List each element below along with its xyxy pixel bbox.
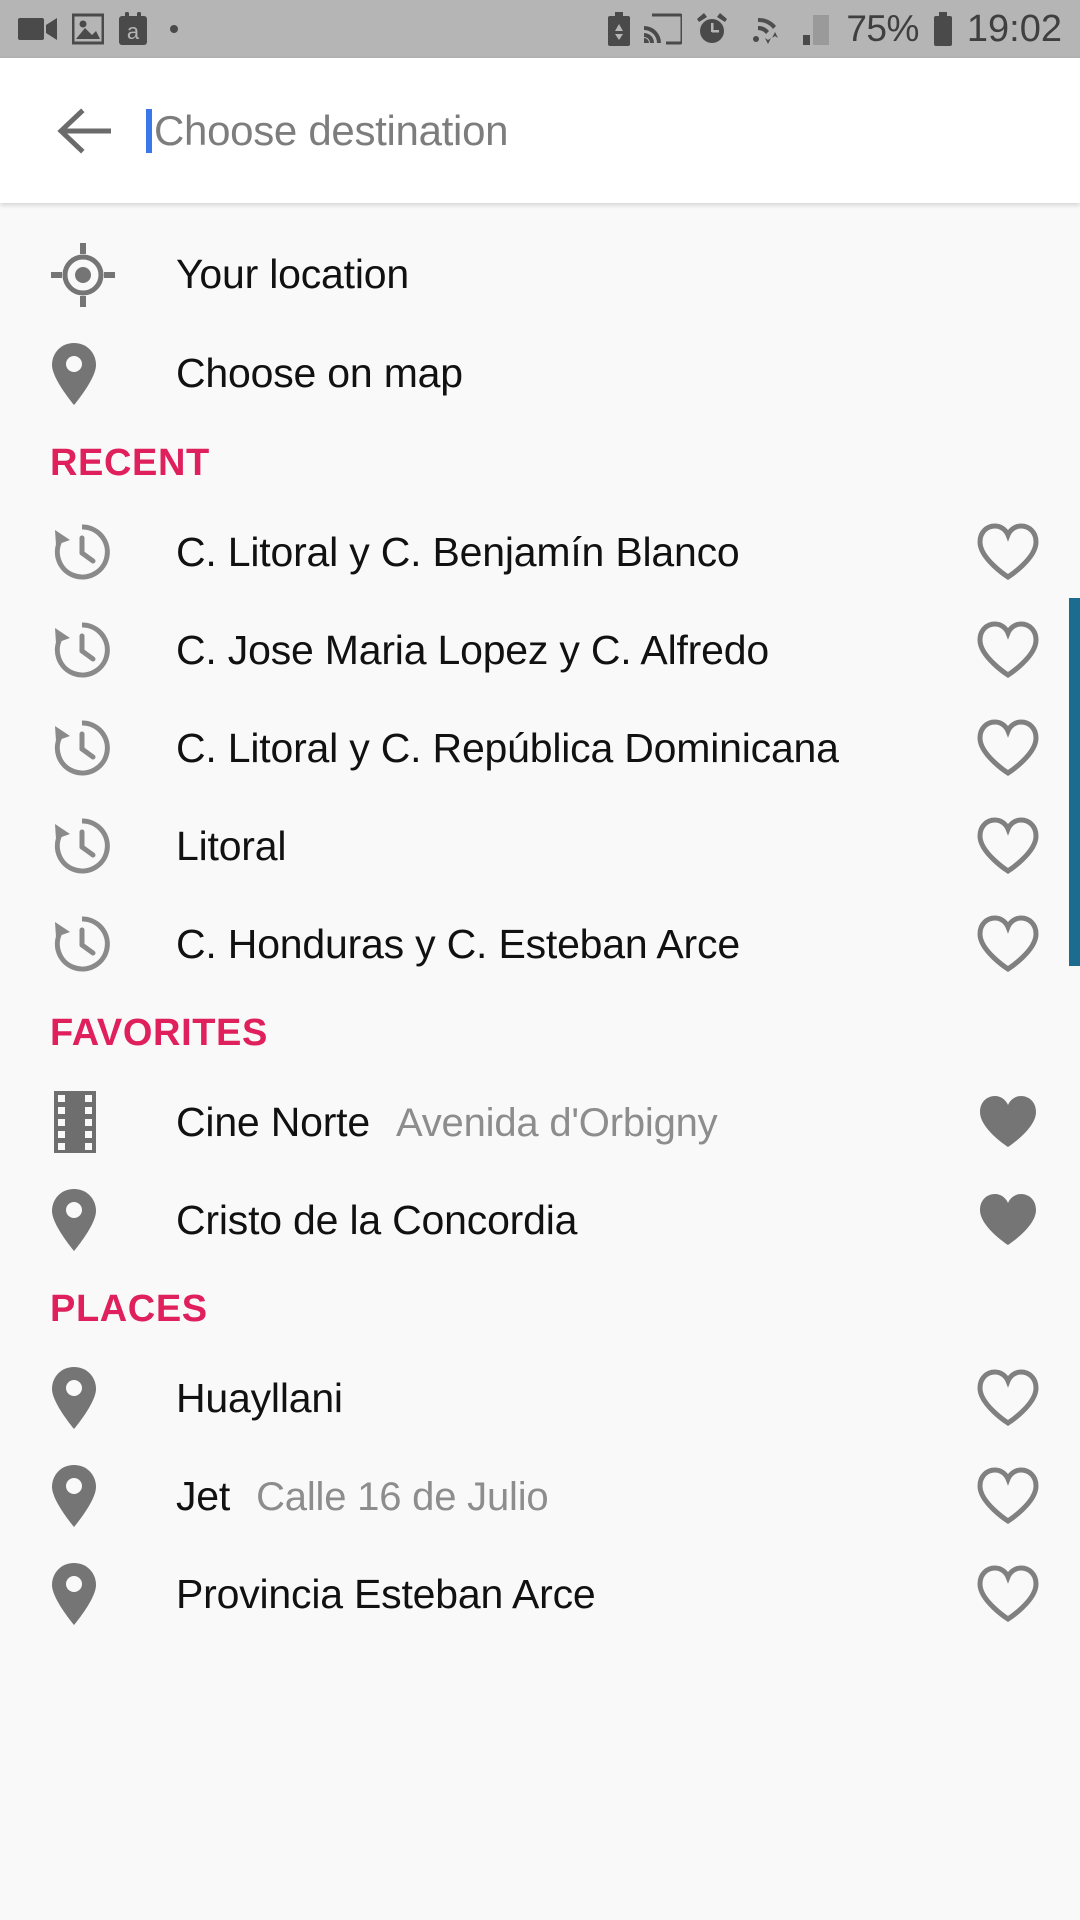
heart-filled-icon <box>976 1191 1040 1249</box>
film-strip-icon <box>50 1091 176 1153</box>
heart-outline-icon <box>976 1467 1040 1525</box>
list-item[interactable]: Litoral <box>0 797 1080 895</box>
status-bar-right-icons: 75% 19:02 <box>607 8 1062 51</box>
history-clock-icon <box>50 912 176 976</box>
battery-percent-label: 75% <box>846 8 919 49</box>
heart-outline-icon <box>976 523 1040 581</box>
heart-outline-icon <box>976 817 1040 875</box>
list-item-label: C. Jose Maria Lopez y C. Alfredo <box>176 626 769 673</box>
back-button[interactable] <box>30 107 142 154</box>
status-bar: a 75% 19:02 <box>0 0 1080 58</box>
list-item-label: C. Honduras y C. Esteban Arce <box>176 920 740 967</box>
favorite-toggle[interactable] <box>976 915 1040 973</box>
map-pin-icon <box>50 1365 176 1431</box>
status-bar-clock: 19:02 <box>966 7 1062 50</box>
video-camera-icon <box>18 15 58 43</box>
section-header-recent: RECENT <box>50 441 210 484</box>
favorite-toggle[interactable] <box>976 523 1040 581</box>
section-header-places: PLACES <box>50 1287 208 1330</box>
heart-outline-icon <box>976 719 1040 777</box>
quick-action-your-location[interactable]: Your location <box>0 225 1080 324</box>
aptoide-a-icon: a <box>118 12 148 46</box>
favorite-toggle[interactable] <box>976 1093 1040 1151</box>
search-placeholder: Choose destination <box>154 106 509 154</box>
map-pin-icon <box>50 341 176 407</box>
list-item-label: Jet <box>176 1472 231 1519</box>
favorite-toggle[interactable] <box>976 1191 1040 1249</box>
list-item[interactable]: C. Honduras y C. Esteban Arce <box>0 895 1080 993</box>
heart-outline-icon <box>976 621 1040 679</box>
list-item[interactable]: Huayllani <box>0 1349 1080 1447</box>
heart-outline-icon <box>976 1565 1040 1623</box>
favorite-toggle[interactable] <box>976 1565 1040 1623</box>
small-dot-icon <box>170 25 178 33</box>
quick-action-label: Your location <box>176 251 409 297</box>
history-clock-icon <box>50 814 176 878</box>
search-input[interactable]: Choose destination <box>142 58 1080 203</box>
search-app-bar: Choose destination <box>0 58 1080 203</box>
list-item[interactable]: C. Litoral y C. Benjamín Blanco <box>0 503 1080 601</box>
heart-filled-icon <box>976 1093 1040 1151</box>
my-location-crosshair-icon <box>50 242 176 308</box>
alarm-clock-icon <box>695 12 729 46</box>
svg-text:a: a <box>127 19 140 44</box>
history-clock-icon <box>50 716 176 780</box>
list-item-label: Huayllani <box>176 1374 343 1421</box>
list-item[interactable]: Cristo de la Concordia <box>0 1171 1080 1269</box>
list-item-subtitle: Avenida d'Orbigny <box>395 1100 718 1145</box>
list-item-subtitle: Calle 16 de Julio <box>256 1474 549 1519</box>
list-item[interactable]: Cine Norte Avenida d'Orbigny <box>0 1073 1080 1171</box>
photo-image-icon <box>72 13 104 45</box>
history-clock-icon <box>50 520 176 584</box>
list-item-label: Provincia Esteban Arce <box>176 1570 596 1617</box>
cellular-signal-icon <box>799 13 833 45</box>
list-item[interactable]: Jet Calle 16 de Julio <box>0 1447 1080 1545</box>
status-bar-left-icons: a <box>18 12 178 46</box>
history-clock-icon <box>50 618 176 682</box>
quick-action-label: Choose on map <box>176 350 463 396</box>
vertical-scrollbar[interactable] <box>1069 598 1080 966</box>
destination-list[interactable]: Your location Choose on map RECENT C. Li… <box>0 203 1080 1920</box>
map-pin-icon <box>50 1463 176 1529</box>
section-header-favorites: FAVORITES <box>50 1011 268 1054</box>
favorite-toggle[interactable] <box>976 719 1040 777</box>
text-cursor <box>146 108 152 153</box>
favorite-toggle[interactable] <box>976 1369 1040 1427</box>
battery-icon <box>932 12 954 46</box>
wifi-transfer-icon <box>742 12 786 46</box>
map-pin-icon <box>50 1187 176 1253</box>
quick-action-choose-on-map[interactable]: Choose on map <box>0 324 1080 423</box>
list-item-label: Cine Norte <box>176 1098 370 1145</box>
map-pin-icon <box>50 1561 176 1627</box>
list-item-label: Litoral <box>176 822 287 869</box>
list-item-label: C. Litoral y C. Benjamín Blanco <box>176 528 740 575</box>
heart-outline-icon <box>976 1369 1040 1427</box>
list-item-label: C. Litoral y C. República Dominicana <box>176 724 839 771</box>
cast-screen-icon <box>644 13 683 45</box>
list-item[interactable]: C. Litoral y C. República Dominicana <box>0 699 1080 797</box>
favorite-toggle[interactable] <box>976 817 1040 875</box>
back-arrow-icon <box>57 107 115 154</box>
favorite-toggle[interactable] <box>976 1467 1040 1525</box>
favorite-toggle[interactable] <box>976 621 1040 679</box>
list-item-label: Cristo de la Concordia <box>176 1196 578 1243</box>
list-item[interactable]: Provincia Esteban Arce <box>0 1545 1080 1643</box>
battery-saver-icon <box>607 12 631 46</box>
heart-outline-icon <box>976 915 1040 973</box>
list-item[interactable]: C. Jose Maria Lopez y C. Alfredo <box>0 601 1080 699</box>
